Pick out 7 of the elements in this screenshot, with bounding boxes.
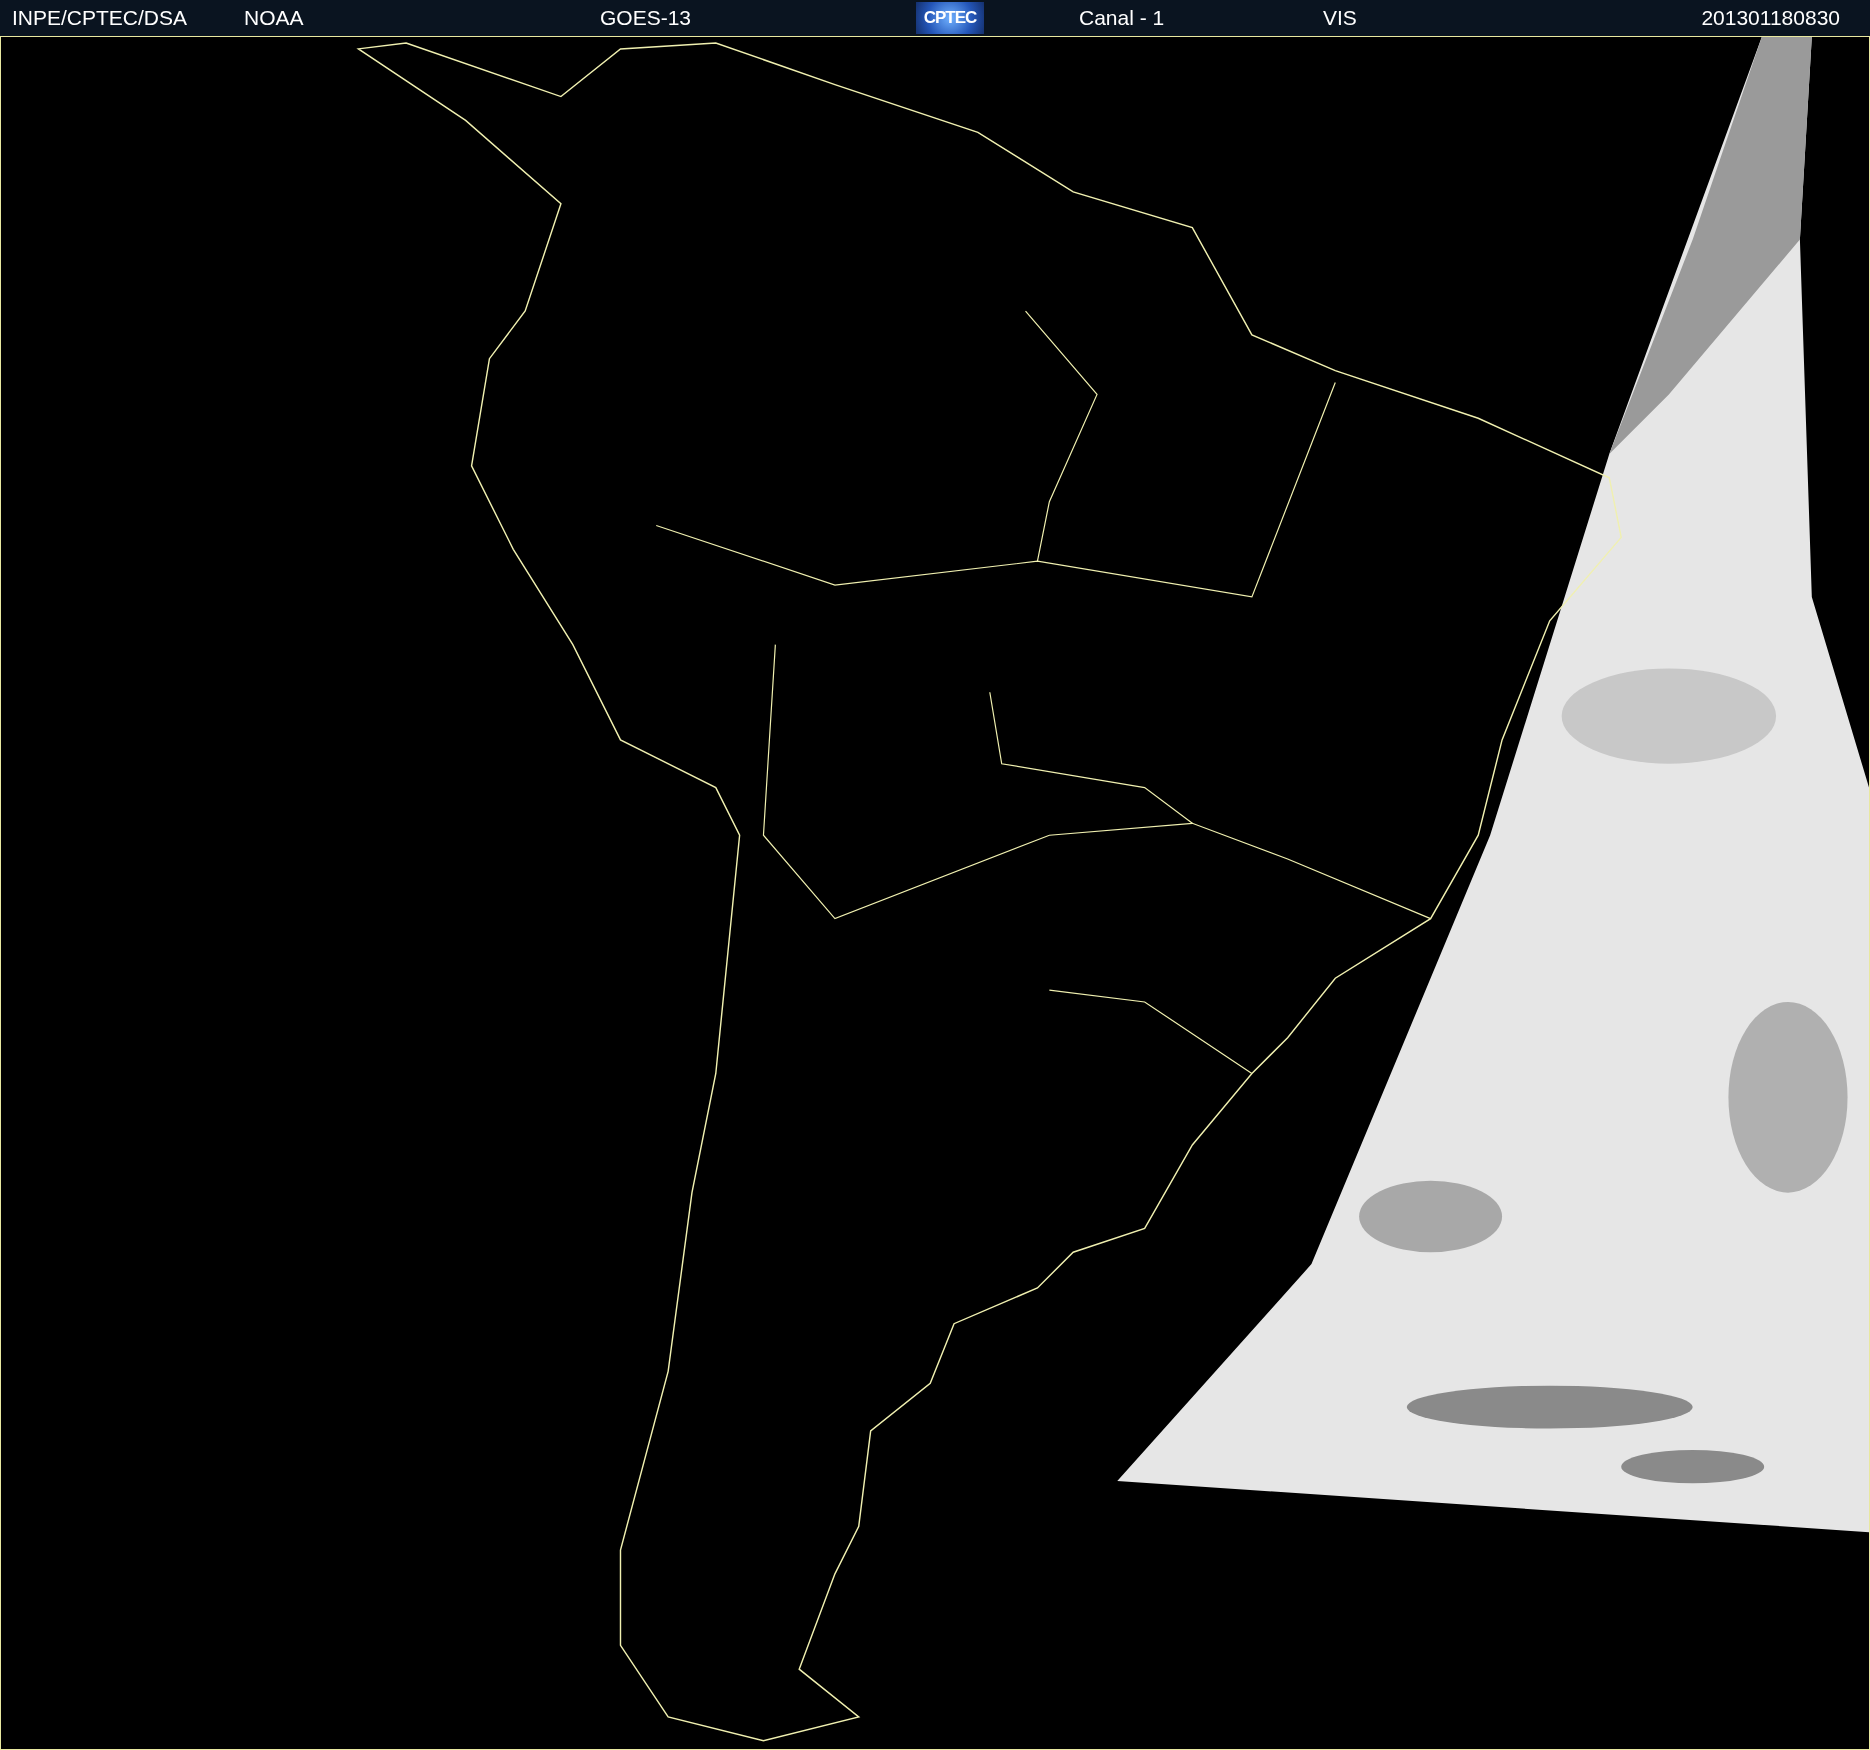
header-label: INPE/CPTEC/DSA: [12, 6, 188, 30]
header-label: 201301180830: [1701, 6, 1841, 30]
header-label: NOAA: [244, 6, 304, 30]
logo: CPTEC: [916, 2, 984, 34]
header-label: VIS: [1323, 6, 1357, 30]
header-label: Canal - 1: [1079, 6, 1165, 30]
header-label: GOES-13: [600, 6, 692, 30]
